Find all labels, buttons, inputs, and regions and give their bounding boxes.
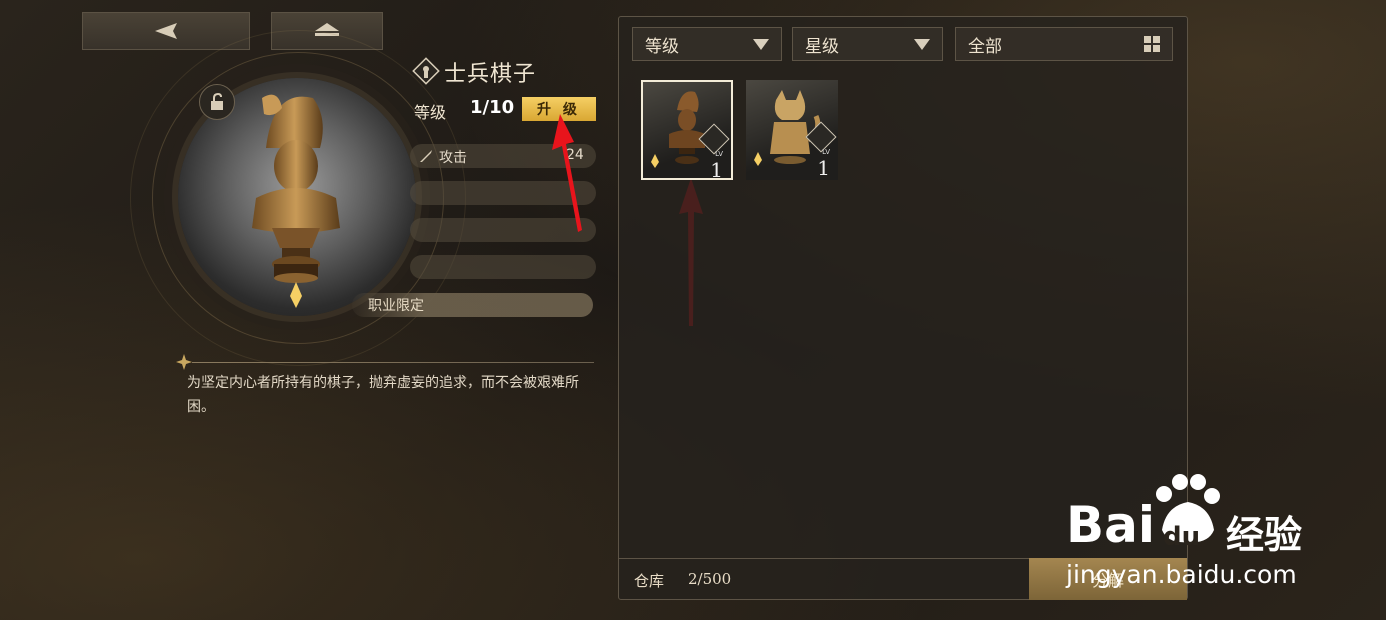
inventory-card[interactable]: LV 1 — [641, 80, 733, 180]
card-level: 1 — [817, 156, 830, 180]
back-arrow-icon — [155, 23, 177, 39]
chevron-down-icon — [914, 38, 930, 50]
level-label: 等级 — [414, 103, 447, 122]
star-filter-dropdown[interactable]: 星级 — [792, 27, 943, 61]
dropdown-label: 星级 — [805, 36, 839, 57]
chevron-down-icon — [753, 38, 769, 50]
back-button[interactable] — [82, 12, 250, 50]
item-description: 为坚定内心者所持有的棋子，抛弃虚妄的追求，而不会被艰难所困。 — [187, 375, 579, 415]
inventory-card[interactable]: LV 1 — [746, 80, 838, 180]
class-badge-icon — [412, 57, 440, 85]
storage-count: 2/500 — [688, 570, 732, 588]
unlock-icon — [211, 93, 223, 110]
grid-icon — [1144, 36, 1160, 52]
stat-row-empty — [410, 255, 596, 279]
level-value: 1/10 — [470, 97, 515, 118]
category-filter[interactable]: 全部 — [955, 27, 1173, 61]
lv-label: LV — [822, 148, 830, 156]
lv-label: LV — [715, 150, 723, 158]
dropdown-label: 等级 — [645, 36, 679, 57]
sparkle-icon — [176, 354, 192, 370]
item-title: 士兵棋子 — [444, 62, 537, 87]
divider — [192, 362, 594, 363]
storage-label: 仓库 — [634, 572, 665, 590]
lock-button[interactable] — [199, 84, 235, 120]
watermark-url: jingyan.baidu.com — [1066, 560, 1297, 589]
annotation-arrow-upgrade — [552, 114, 582, 232]
watermark-brand: Bai — [1066, 496, 1155, 554]
job-restriction: 职业限定 — [352, 293, 593, 317]
watermark-jingyan: 经验 — [1226, 513, 1303, 557]
card-level: 1 — [710, 158, 723, 180]
stat-label: 攻击 — [439, 150, 467, 166]
watermark-du: du — [1163, 522, 1201, 552]
sword-icon — [420, 150, 432, 162]
level-filter-dropdown[interactable]: 等级 — [632, 27, 782, 61]
dropdown-label: 全部 — [968, 36, 1002, 57]
